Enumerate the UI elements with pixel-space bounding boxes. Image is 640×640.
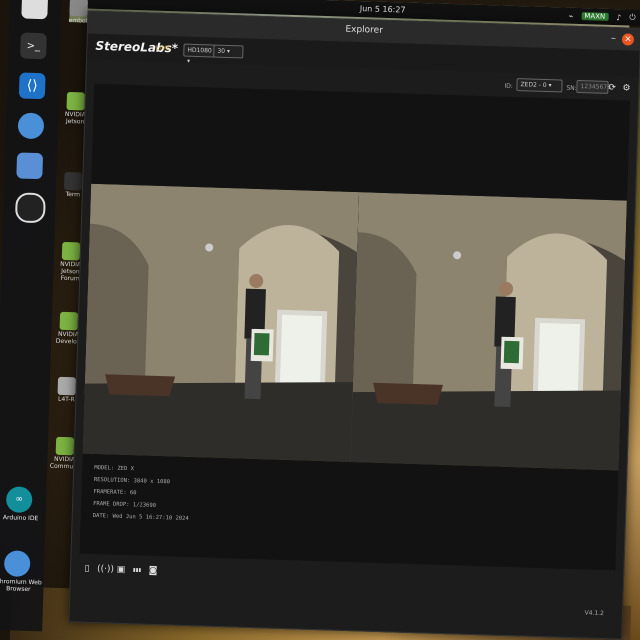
system-clock[interactable]: Jun 5 16:27: [360, 4, 406, 14]
desktop-screen: Jun 5 16:27 ⌁ MAXN ♪ ⏻ >_ ⟨⟩ ∞ Arduino I…: [0, 0, 640, 640]
resolution-select[interactable]: HD1080 ▾: [183, 43, 216, 65]
camera-select[interactable]: ZED2 - 0 ▾: [516, 78, 563, 93]
power-mode-badge[interactable]: MAXN: [581, 12, 609, 21]
camera-metadata: MODEL: ZED X RESOLUTION: 3840 x 1080 FRA…: [93, 462, 191, 525]
left-camera-image: [82, 183, 360, 463]
record-icon[interactable]: ▣: [115, 564, 127, 576]
broadcast-icon[interactable]: ((·)): [97, 563, 114, 575]
gear-icon[interactable]: ⚙: [622, 83, 630, 93]
close-button[interactable]: ×: [621, 33, 635, 46]
sn-label: SN:: [566, 84, 577, 92]
refresh-icon[interactable]: ⟳: [608, 83, 616, 93]
right-camera-image: [350, 192, 627, 471]
arduino-icon[interactable]: ∞: [5, 486, 33, 514]
file-icon[interactable]: ▯: [81, 563, 93, 575]
files-icon[interactable]: [21, 0, 49, 20]
volume-icon[interactable]: ♪: [616, 13, 621, 22]
camera-icon[interactable]: ◙: [147, 565, 159, 577]
serial-number-field[interactable]: 12345678: [576, 79, 611, 94]
power-icon[interactable]: ⏻: [629, 13, 636, 23]
id-label: ID:: [504, 82, 513, 90]
network-icon[interactable]: ⌁: [568, 11, 573, 20]
app-icon[interactable]: [16, 152, 44, 180]
system-tray[interactable]: ⌁ MAXN ♪ ⏻: [568, 11, 635, 23]
stereo-viewer: MODEL: ZED X RESOLUTION: 3840 x 1080 FRA…: [79, 83, 631, 571]
minimize-button[interactable]: –: [611, 33, 616, 44]
fps-select[interactable]: 30 ▾: [213, 44, 244, 59]
chromium-browser-icon[interactable]: [3, 550, 31, 578]
live-badge: LIVE: [155, 44, 171, 53]
explorer-window: Explorer – × StereoLabs* LIVE HD1080 ▾ 3…: [68, 10, 640, 640]
terminal-icon[interactable]: >_: [20, 32, 47, 60]
depth-mode-icon[interactable]: ▮▮▮: [131, 564, 143, 576]
obs-icon[interactable]: [14, 192, 46, 224]
chromium-icon[interactable]: [17, 112, 45, 140]
meta-date: DATE: Wed Jun 5 16:27:10 2024: [92, 512, 189, 522]
vscode-icon[interactable]: ⟨⟩: [18, 72, 46, 100]
chromium-browser-label: Chromium Web Browser: [0, 577, 42, 594]
stereo-video-feed[interactable]: [82, 183, 627, 471]
version-label: V4.1.2: [584, 609, 605, 618]
arduino-label: Arduino IDE: [2, 514, 39, 523]
